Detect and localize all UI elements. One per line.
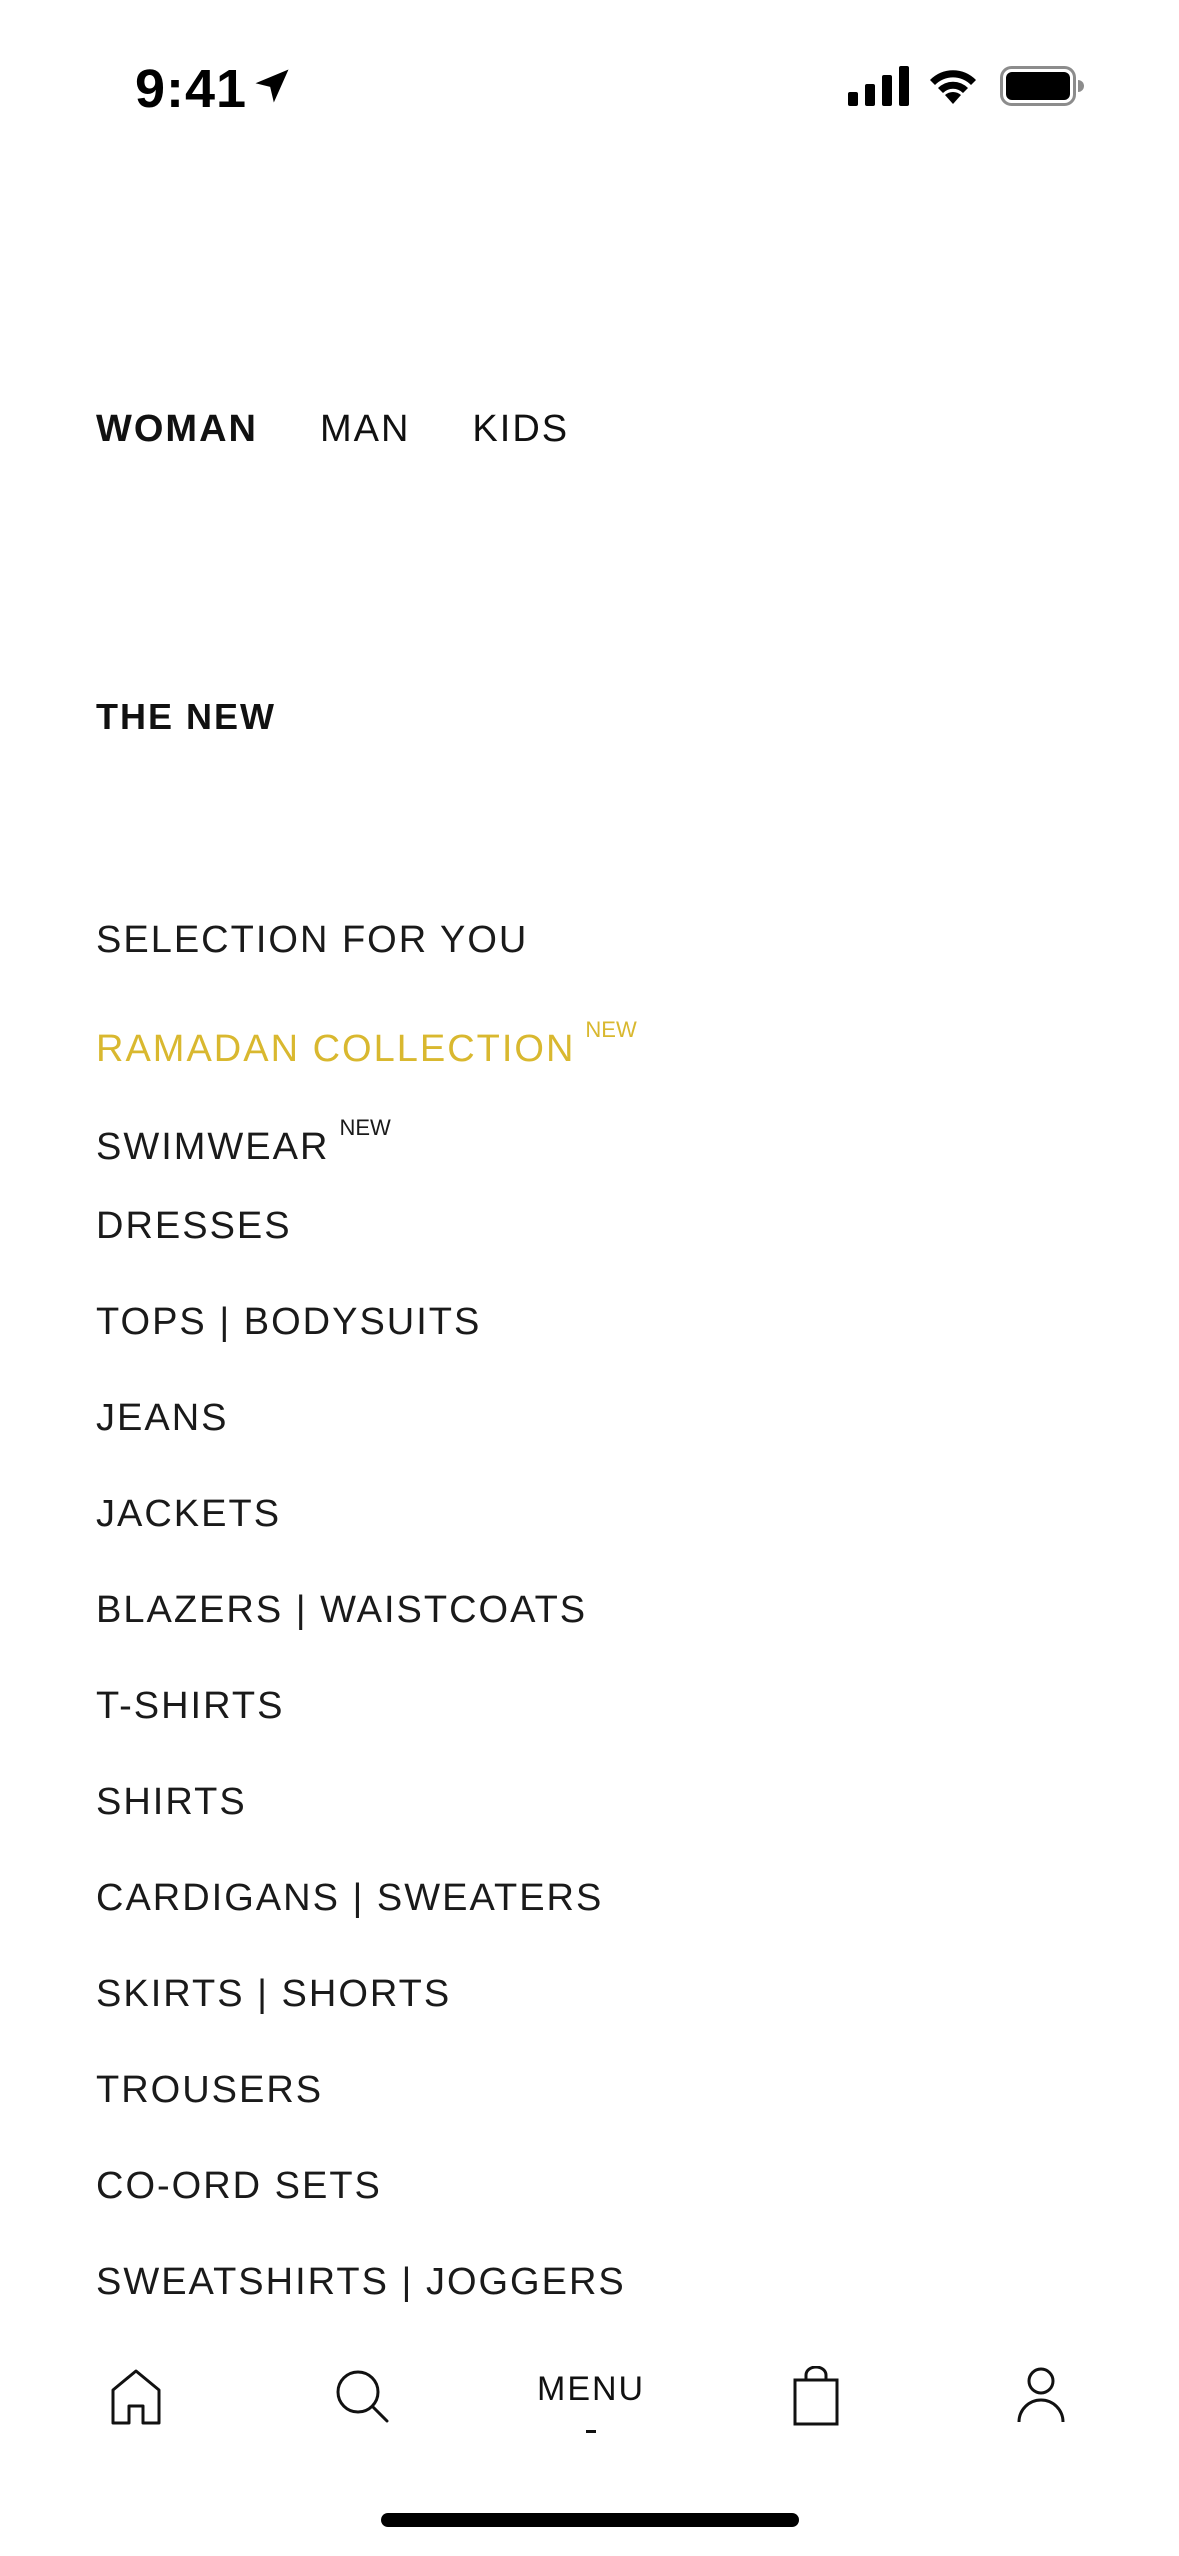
menu-item-trousers[interactable]: TROUSERS: [96, 2069, 323, 2112]
section-heading[interactable]: THE NEW: [96, 696, 276, 738]
menu-item-skirts-shorts[interactable]: SKIRTS | SHORTS: [96, 1973, 451, 2016]
menu-item-label: JEANS: [96, 1397, 229, 1439]
menu-item-ramadan-collection[interactable]: RAMADAN COLLECTION NEW: [96, 1017, 637, 1071]
menu-item-label: CO-ORD SETS: [96, 2165, 382, 2207]
new-badge: NEW: [585, 1017, 637, 1042]
active-indicator: [586, 2430, 596, 2433]
home-icon[interactable]: [110, 2368, 162, 2426]
menu-item-selection-for-you[interactable]: SELECTION FOR YOU: [96, 919, 528, 962]
menu-item-sweatshirts-joggers[interactable]: SWEATSHIRTS | JOGGERS: [96, 2261, 626, 2304]
menu-nav-button[interactable]: MENU: [537, 2370, 645, 2409]
menu-item-jackets[interactable]: JACKETS: [96, 1493, 281, 1536]
menu-item-shirts[interactable]: SHIRTS: [96, 1781, 247, 1824]
menu-item-label: RAMADAN COLLECTION: [96, 1028, 576, 1070]
status-time: 9:41: [135, 59, 248, 119]
menu-item-label: TOPS | BODYSUITS: [96, 1301, 482, 1343]
menu-item-label: TROUSERS: [96, 2069, 324, 2111]
menu-item-label: BLAZERS | WAISTCOATS: [96, 1589, 588, 1631]
menu-item-t-shirts[interactable]: T-SHIRTS: [96, 1685, 284, 1728]
wifi-icon: [930, 70, 976, 104]
menu-item-label: SKIRTS | SHORTS: [96, 1973, 452, 2015]
menu-item-label: JACKETS: [96, 1493, 282, 1535]
gender-tabs: WOMAN MAN KIDS: [96, 408, 569, 451]
menu-item-label: SELECTION FOR YOU: [96, 919, 529, 961]
menu-item-jeans[interactable]: JEANS: [96, 1397, 228, 1440]
tab-kids[interactable]: KIDS: [472, 408, 569, 451]
menu-item-label: DRESSES: [96, 1205, 292, 1247]
search-icon[interactable]: [334, 2368, 390, 2424]
menu-item-co-ord-sets[interactable]: CO-ORD SETS: [96, 2165, 382, 2208]
menu-item-label: SWIMWEAR: [96, 1126, 330, 1168]
location-arrow-icon: [255, 69, 289, 103]
tab-woman[interactable]: WOMAN: [96, 408, 258, 451]
tab-man[interactable]: MAN: [320, 408, 410, 451]
new-badge: NEW: [339, 1115, 391, 1140]
menu-item-label: T-SHIRTS: [96, 1685, 285, 1727]
menu-item-tops-bodysuits[interactable]: TOPS | BODYSUITS: [96, 1301, 481, 1344]
menu-item-blazers-waistcoats[interactable]: BLAZERS | WAISTCOATS: [96, 1589, 587, 1632]
status-bar: 9:41: [0, 0, 1179, 170]
menu-item-cardigans-sweaters[interactable]: CARDIGANS | SWEATERS: [96, 1877, 603, 1920]
menu-item-swimwear[interactable]: SWIMWEAR NEW: [96, 1115, 391, 1169]
bottom-navigation: MENU: [0, 2340, 1179, 2450]
menu-item-label: SHIRTS: [96, 1781, 247, 1823]
menu-item-label: SWEATSHIRTS | JOGGERS: [96, 2261, 626, 2303]
cellular-signal-icon: [848, 66, 909, 106]
home-indicator: [381, 2513, 799, 2527]
shopping-bag-icon[interactable]: [792, 2366, 840, 2426]
menu-item-label: CARDIGANS | SWEATERS: [96, 1877, 604, 1919]
menu-item-dresses[interactable]: DRESSES: [96, 1205, 292, 1248]
battery-icon: [1000, 66, 1084, 106]
account-icon[interactable]: [1016, 2366, 1066, 2424]
